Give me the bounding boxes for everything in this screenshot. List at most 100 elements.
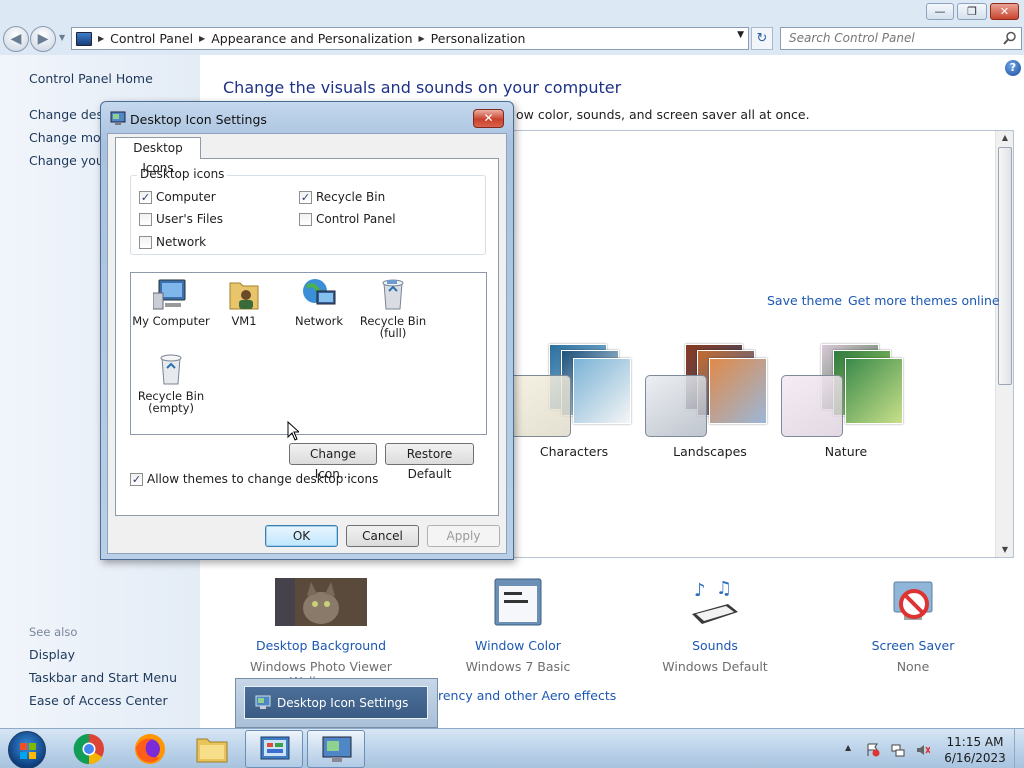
taskbar-desktop-icon-settings[interactable] [307, 730, 365, 768]
taskbar-chrome[interactable] [60, 730, 118, 768]
volume-muted-icon[interactable] [916, 743, 931, 757]
recycle-bin-full-icon [375, 277, 411, 311]
checkbox-box[interactable]: ✓ [130, 472, 143, 486]
checkbox-computer[interactable]: ✓ Computer [139, 190, 216, 204]
desktop-icon-settings-dialog: Desktop Icon Settings ✕ Desktop Icons De… [100, 101, 514, 560]
search-icon[interactable] [1003, 31, 1017, 45]
taskbar-start-menu-link[interactable]: Taskbar and Start Menu [29, 670, 177, 685]
checkbox-network[interactable]: Network [139, 235, 206, 249]
breadcrumb-separator[interactable]: ▶ [197, 34, 207, 43]
action-center-icon[interactable] [866, 743, 880, 757]
checkbox-label: Control Panel [316, 212, 396, 226]
sounds-label[interactable]: Sounds [615, 638, 815, 653]
address-row: ◀ ▶ ▼ ▶ Control Panel ▶ Appearance and P… [0, 22, 1024, 55]
screen-saver-icon [888, 578, 938, 628]
window-color-item[interactable]: Window Color Windows 7 Basic [418, 578, 618, 674]
clock[interactable]: 11:15 AM 6/16/2023 [940, 734, 1010, 766]
checkbox-box[interactable] [139, 212, 152, 226]
breadcrumb-personalization[interactable]: Personalization [427, 31, 530, 46]
theme-landscapes[interactable]: Landscapes [645, 340, 775, 464]
clock-time: 11:15 AM [946, 735, 1004, 749]
minimize-button[interactable]: — [926, 3, 954, 20]
change-icon-button[interactable]: Change Icon... [289, 443, 377, 481]
desktop-background-label[interactable]: Desktop Background [221, 638, 421, 653]
sounds-item[interactable]: ♪ ♫ Sounds Windows Default [615, 578, 815, 674]
scrollbar-thumb[interactable] [998, 147, 1012, 385]
checkbox-recycle-bin[interactable]: ✓ Recycle Bin [299, 190, 385, 204]
checkbox-allow-themes[interactable]: ✓ Allow themes to change desktop icons [130, 472, 378, 486]
breadcrumb-separator[interactable]: ▶ [417, 34, 427, 43]
help-icon[interactable]: ? [1005, 60, 1021, 76]
screen-saver-item[interactable]: Screen Saver None [813, 578, 1013, 674]
desktop-icon-list[interactable]: My Computer VM1 Network Recycle Bin (ful… [130, 272, 487, 435]
refresh-button[interactable]: ↻ [751, 27, 773, 50]
recent-pages-dropdown[interactable]: ▼ [59, 33, 65, 42]
change-account-picture-link[interactable]: Change your [29, 153, 109, 168]
close-button[interactable]: ✕ [990, 3, 1019, 20]
show-desktop-button[interactable] [1014, 729, 1024, 768]
show-hidden-icons-button[interactable]: ▲ [845, 743, 851, 752]
checkbox-label: Network [156, 235, 207, 249]
back-arrow-icon: ◀ [10, 31, 22, 47]
list-item-my-computer[interactable]: My Computer [131, 277, 211, 327]
window-color-label[interactable]: Window Color [418, 638, 618, 653]
theme-characters[interactable]: Characters [509, 340, 639, 464]
save-theme-link[interactable]: Save theme [767, 293, 842, 308]
list-item-network[interactable]: Network [279, 277, 359, 327]
theme-glass-swatch [645, 375, 707, 437]
preview-label: Desktop Icon Settings [277, 696, 409, 710]
taskbar-preview-popup[interactable]: Desktop Icon Settings [235, 678, 438, 728]
breadcrumb-separator[interactable]: ▶ [96, 34, 106, 43]
checkbox-box[interactable]: ✓ [139, 190, 152, 204]
scroll-down-arrow[interactable]: ▼ [996, 543, 1014, 557]
icon-sublabel: (empty) [148, 401, 194, 415]
window-titlebar: — ❐ ✕ [0, 0, 1024, 22]
cancel-button[interactable]: Cancel [346, 525, 419, 547]
theme-nature[interactable]: Nature [781, 340, 911, 464]
apply-button[interactable]: Apply [427, 525, 500, 547]
checkbox-users-files[interactable]: User's Files [139, 212, 223, 226]
checkbox-control-panel[interactable]: Control Panel [299, 212, 396, 226]
ok-button[interactable]: OK [265, 525, 338, 547]
scroll-up-arrow[interactable]: ▲ [996, 131, 1014, 145]
ease-of-access-link[interactable]: Ease of Access Center [29, 693, 168, 708]
forward-button[interactable]: ▶ [30, 26, 56, 52]
taskbar-control-panel[interactable] [245, 730, 303, 768]
desktop-icon-settings-icon [322, 736, 352, 762]
theme-name: Nature [824, 444, 868, 459]
clock-date: 6/16/2023 [944, 751, 1006, 765]
get-more-themes-link[interactable]: Get more themes online [848, 293, 1000, 308]
transparency-aero-link[interactable]: rency and other Aero effects [438, 688, 616, 703]
breadcrumb-appearance[interactable]: Appearance and Personalization [207, 31, 416, 46]
address-dropdown-icon[interactable]: ▼ [737, 30, 744, 40]
taskbar-file-explorer[interactable] [183, 730, 241, 768]
page-description: ow color, sounds, and screen saver all a… [516, 107, 810, 122]
restore-button[interactable]: ❐ [957, 3, 987, 20]
chrome-icon [73, 733, 104, 765]
taskbar-firefox[interactable] [121, 730, 179, 768]
checkbox-box[interactable]: ✓ [299, 190, 312, 204]
dialog-close-button[interactable]: ✕ [473, 109, 504, 128]
breadcrumb-control-panel[interactable]: Control Panel [106, 31, 197, 46]
checkbox-box[interactable] [299, 212, 312, 226]
preview-item[interactable]: Desktop Icon Settings [244, 686, 428, 719]
icon-label: VM1 [231, 314, 257, 328]
list-item-recycle-bin-empty[interactable]: Recycle Bin (empty) [131, 352, 211, 414]
network-status-icon[interactable] [891, 743, 905, 757]
list-item-vm1[interactable]: VM1 [204, 277, 284, 327]
address-bar[interactable]: ▶ Control Panel ▶ Appearance and Persona… [71, 27, 749, 50]
search-input[interactable]: Search Control Panel [780, 27, 1022, 50]
theme-gallery-scrollbar[interactable]: ▲ ▼ [995, 131, 1013, 557]
back-button[interactable]: ◀ [3, 26, 29, 52]
window-color-value: Windows 7 Basic [465, 659, 571, 674]
checkbox-box[interactable] [139, 235, 152, 249]
start-button[interactable] [8, 731, 46, 768]
list-item-recycle-bin-full[interactable]: Recycle Bin (full) [353, 277, 433, 339]
display-link[interactable]: Display [29, 647, 75, 662]
tab-desktop-icons[interactable]: Desktop Icons [115, 137, 201, 175]
desktop-background-item[interactable]: Desktop Background Windows Photo Viewer … [221, 578, 421, 689]
control-panel-home-link[interactable]: Control Panel Home [29, 71, 153, 86]
restore-default-button[interactable]: Restore Default [385, 443, 474, 481]
svg-text:♫: ♫ [716, 578, 732, 599]
screen-saver-label[interactable]: Screen Saver [813, 638, 1013, 653]
